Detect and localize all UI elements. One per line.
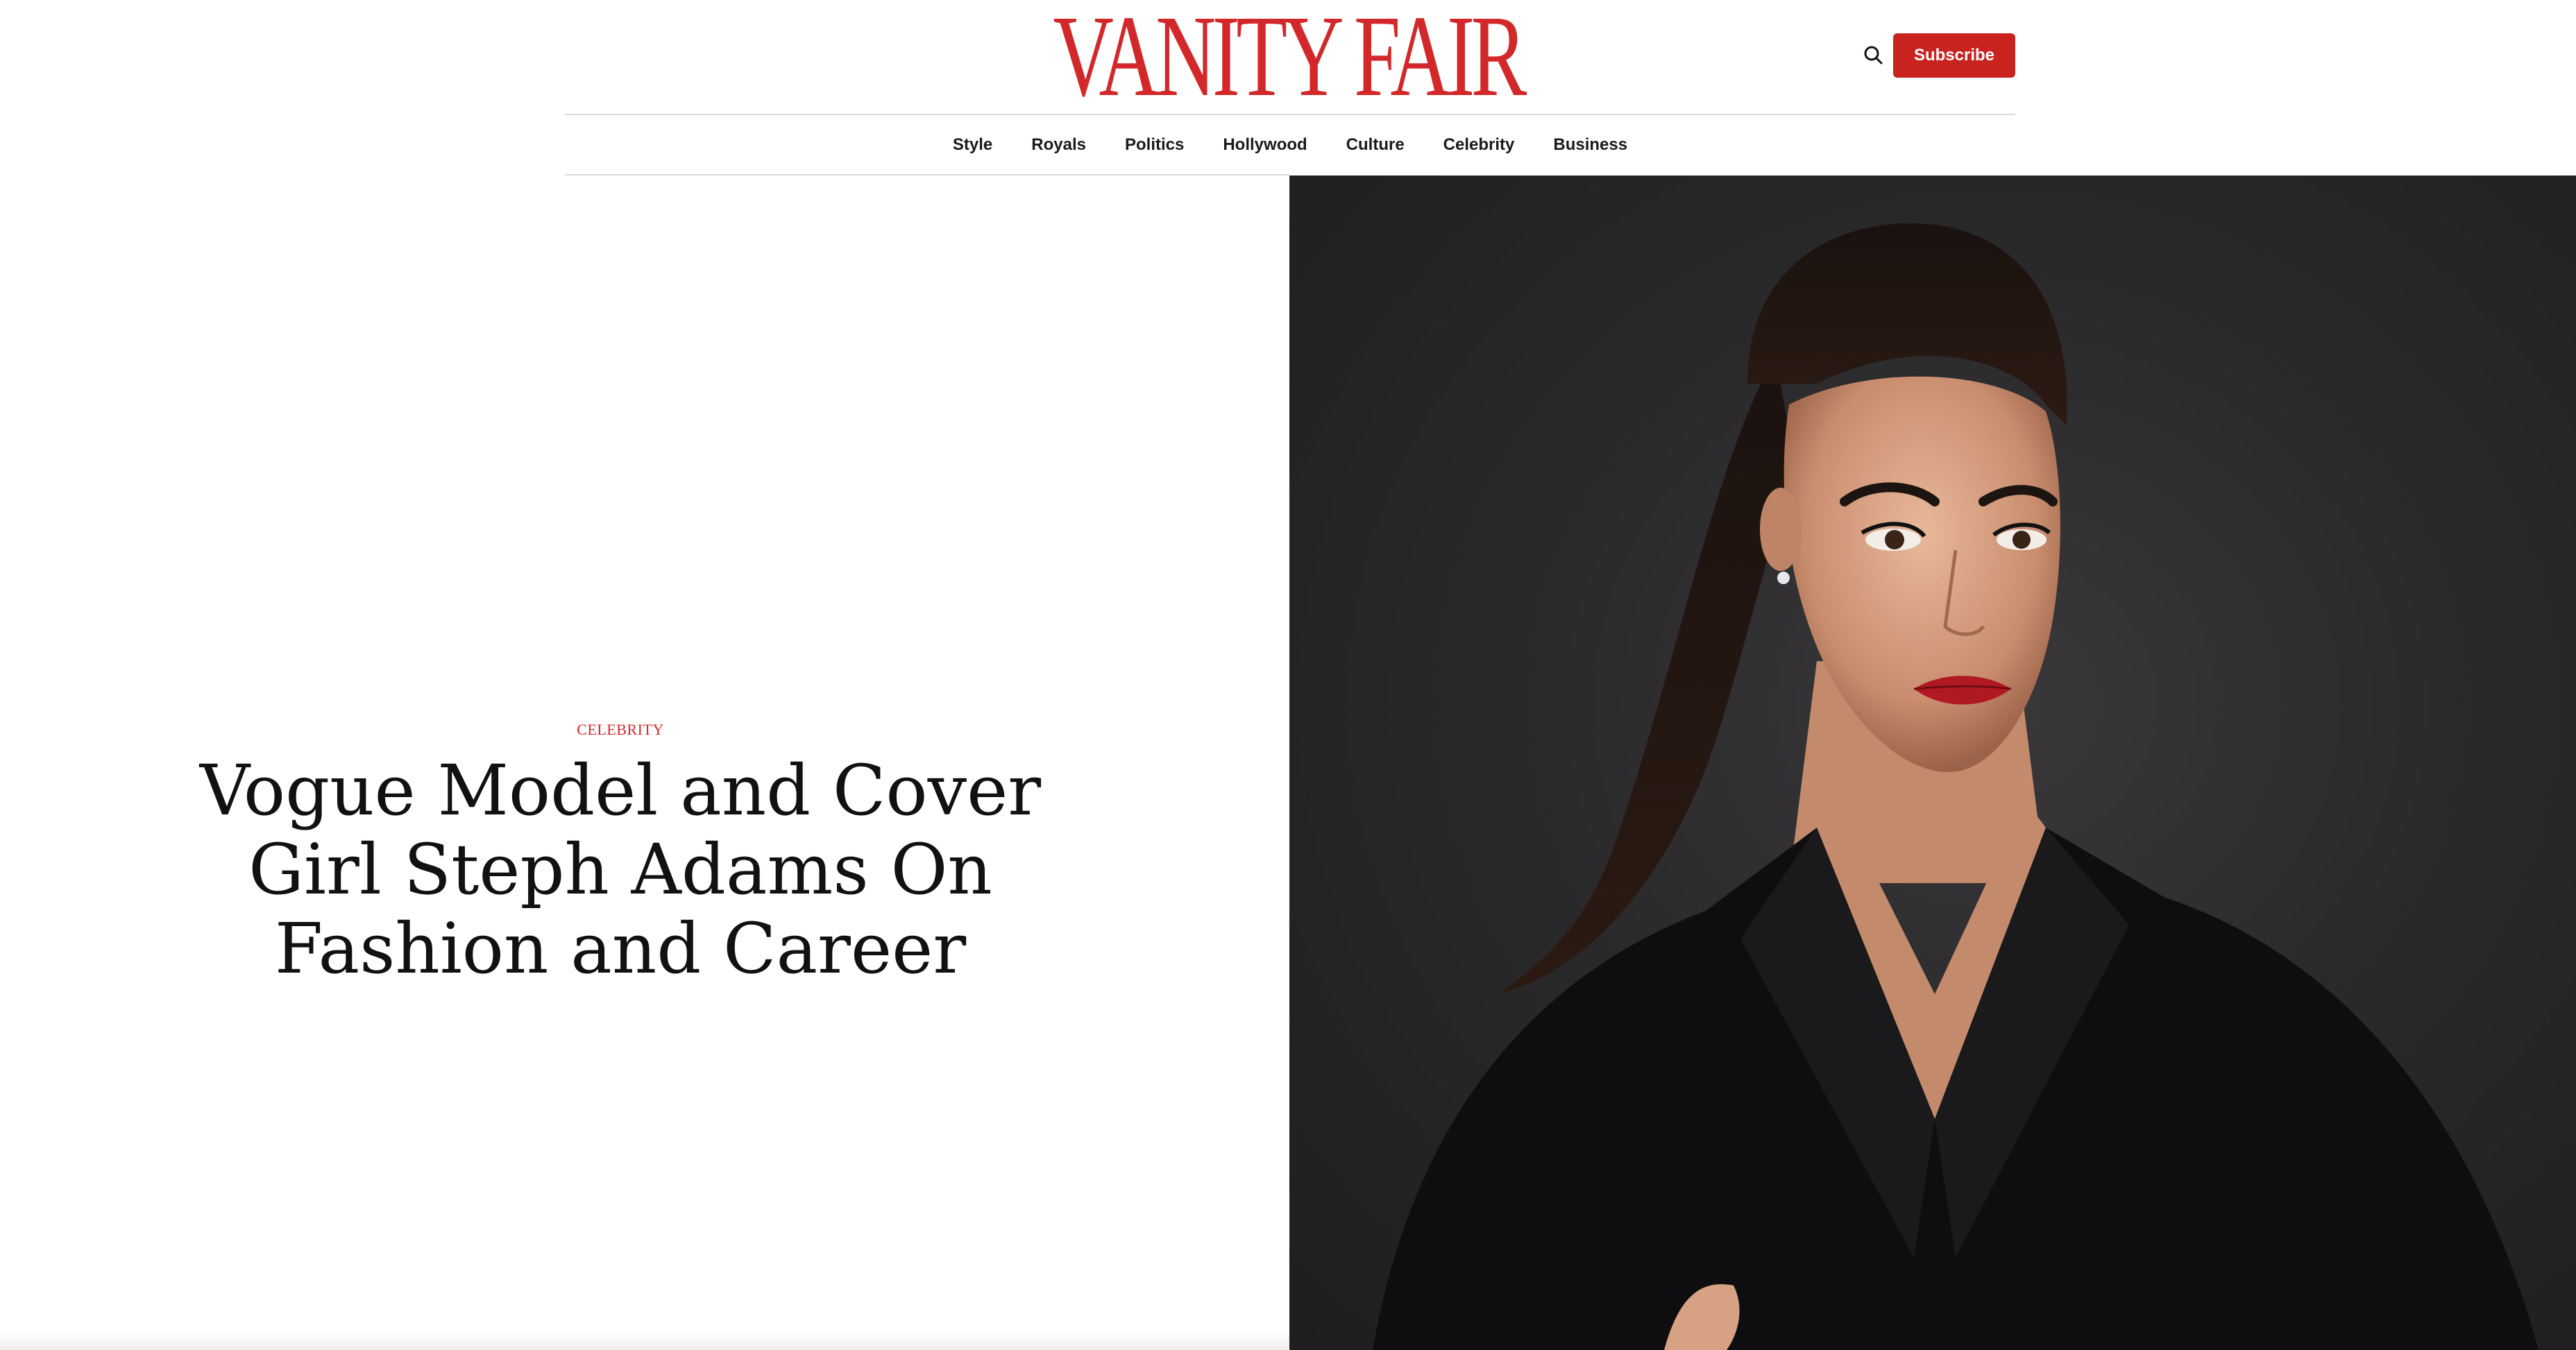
portrait-illustration <box>1373 223 2539 1350</box>
subscribe-button[interactable]: Subscribe <box>1893 33 2015 78</box>
nav-item-business[interactable]: Business <box>1553 135 1627 155</box>
nav-item-style[interactable]: Style <box>953 135 992 155</box>
article-category-link[interactable]: CELEBRITY <box>0 721 1241 739</box>
nav-item-hollywood[interactable]: Hollywood <box>1223 135 1307 155</box>
bottom-shadow <box>0 1332 1289 1350</box>
vanity-fair-logo[interactable]: VANITY FAIR <box>1053 0 1527 114</box>
article-headline: Vogue Model and Cover Girl Steph Adams O… <box>199 750 1042 989</box>
site-header: VANITY FAIR Subscribe <box>0 0 2576 114</box>
search-icon <box>1864 46 1883 65</box>
nav-item-celebrity[interactable]: Celebrity <box>1443 135 1515 155</box>
main-navigation: Style Royals Politics Hollywood Culture … <box>565 115 2015 175</box>
search-button[interactable] <box>1860 42 1888 69</box>
article-hero-text: CELEBRITY Vogue Model and Cover Girl Ste… <box>0 176 1289 1350</box>
hero-photo <box>1289 176 2576 1350</box>
nav-item-politics[interactable]: Politics <box>1125 135 1184 155</box>
nav-item-royals[interactable]: Royals <box>1031 135 1086 155</box>
nav-item-culture[interactable]: Culture <box>1346 135 1405 155</box>
